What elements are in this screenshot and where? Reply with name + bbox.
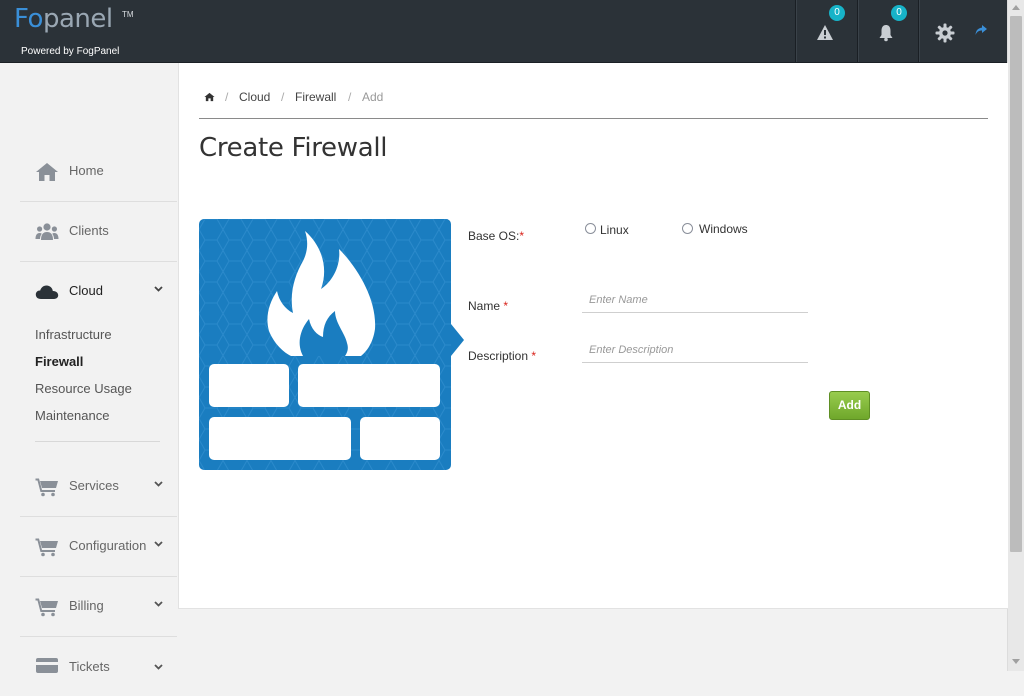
sidebar-item-label: Services xyxy=(69,478,119,493)
submenu-divider xyxy=(35,441,160,442)
breadcrumb-home[interactable] xyxy=(204,91,215,105)
scroll-down-arrow[interactable] xyxy=(1012,659,1020,664)
sidebar-subitem-infrastructure[interactable]: Infrastructure xyxy=(35,327,112,342)
chevron-down-icon xyxy=(154,286,163,292)
logo-fo: Fo xyxy=(14,4,43,34)
firewall-icon xyxy=(199,219,451,470)
chevron-down-icon xyxy=(154,541,163,547)
sidebar-item-home[interactable]: Home xyxy=(20,142,177,202)
page-title: Create Firewall xyxy=(199,133,388,163)
cart-icon xyxy=(35,598,58,617)
main-content: / Cloud / Firewall / Add Create Firewall xyxy=(178,63,1008,609)
home-icon xyxy=(36,163,58,181)
sidebar-item-tickets[interactable]: Tickets xyxy=(20,637,177,696)
breadcrumb-cloud[interactable]: Cloud xyxy=(239,90,270,104)
os-option-windows-label[interactable]: Windows xyxy=(699,222,748,236)
sidebar-item-label: Cloud xyxy=(69,283,103,298)
sidebar-subitem-resource-usage[interactable]: Resource Usage xyxy=(35,381,132,396)
illustration-pointer xyxy=(451,324,464,356)
sidebar-item-services[interactable]: Services xyxy=(20,457,177,517)
sidebar-item-cloud[interactable]: Cloud xyxy=(20,262,177,321)
sidebar-item-label: Configuration xyxy=(69,538,147,553)
add-button[interactable]: Add xyxy=(829,391,870,420)
alerts-button[interactable]: 0 xyxy=(795,0,857,62)
alerts-count-badge: 0 xyxy=(829,5,845,21)
cart-icon xyxy=(35,538,58,557)
breadcrumb-separator: / xyxy=(348,90,352,104)
cloud-icon xyxy=(35,285,59,299)
base-os-label: Base OS:* xyxy=(468,229,524,243)
gear-icon[interactable] xyxy=(935,23,955,43)
breadcrumb-add: Add xyxy=(362,90,384,104)
chevron-down-icon xyxy=(154,601,163,607)
logo-trademark: TM xyxy=(122,10,134,19)
breadcrumb-firewall[interactable]: Firewall xyxy=(295,90,336,104)
sidebar-item-label: Billing xyxy=(69,598,104,613)
users-icon xyxy=(35,223,59,240)
cart-icon xyxy=(35,478,58,497)
share-icon[interactable] xyxy=(974,24,988,37)
firewall-illustration xyxy=(199,219,464,470)
sidebar-item-billing[interactable]: Billing xyxy=(20,577,177,637)
logo-panel: panel xyxy=(42,4,113,34)
sidebar-subitem-firewall[interactable]: Firewall xyxy=(35,354,83,369)
os-radio-linux[interactable] xyxy=(585,223,596,234)
sidebar-item-label: Clients xyxy=(69,223,109,238)
breadcrumb-separator: / xyxy=(225,90,229,104)
notifications-count-badge: 0 xyxy=(891,5,907,21)
powered-by-text: Powered by FogPanel xyxy=(21,46,120,57)
os-option-linux-label[interactable]: Linux xyxy=(600,223,629,237)
card-icon xyxy=(36,658,58,673)
page-scrollbar[interactable] xyxy=(1007,0,1024,671)
scroll-thumb[interactable] xyxy=(1010,16,1022,552)
name-label: Name * xyxy=(468,299,508,313)
sidebar-subitem-maintenance[interactable]: Maintenance xyxy=(35,408,109,423)
chevron-down-icon xyxy=(154,481,163,487)
name-label-text: Name xyxy=(468,299,501,313)
os-radio-windows[interactable] xyxy=(682,223,693,234)
description-input[interactable] xyxy=(582,337,808,363)
settings-area xyxy=(918,0,1008,62)
name-input[interactable] xyxy=(582,287,808,313)
required-mark: * xyxy=(503,299,509,313)
breadcrumb-divider xyxy=(199,118,988,119)
scroll-up-arrow[interactable] xyxy=(1012,5,1020,10)
description-label-text: Description xyxy=(468,349,529,363)
sidebar: Home Clients Cloud Infrastructure Firewa… xyxy=(0,63,178,674)
logo-wordmark: Fopanel xyxy=(14,4,113,34)
top-header: Fopanel TM Powered by FogPanel 0 0 xyxy=(0,0,1007,63)
sidebar-item-clients[interactable]: Clients xyxy=(20,202,177,262)
required-mark: * xyxy=(519,229,525,243)
fogpanel-logo[interactable]: Fopanel TM Powered by FogPanel xyxy=(14,4,154,60)
home-icon xyxy=(204,92,215,102)
sidebar-item-label: Tickets xyxy=(69,659,110,674)
required-mark: * xyxy=(531,349,537,363)
description-label: Description * xyxy=(468,349,536,363)
warning-icon xyxy=(817,25,833,40)
chevron-down-icon xyxy=(154,664,163,670)
breadcrumb-separator: / xyxy=(281,90,285,104)
notifications-button[interactable]: 0 xyxy=(857,0,918,62)
sidebar-item-label: Home xyxy=(69,163,104,178)
bell-icon xyxy=(879,25,893,42)
base-os-label-text: Base OS: xyxy=(468,229,520,243)
sidebar-item-configuration[interactable]: Configuration xyxy=(20,517,177,577)
